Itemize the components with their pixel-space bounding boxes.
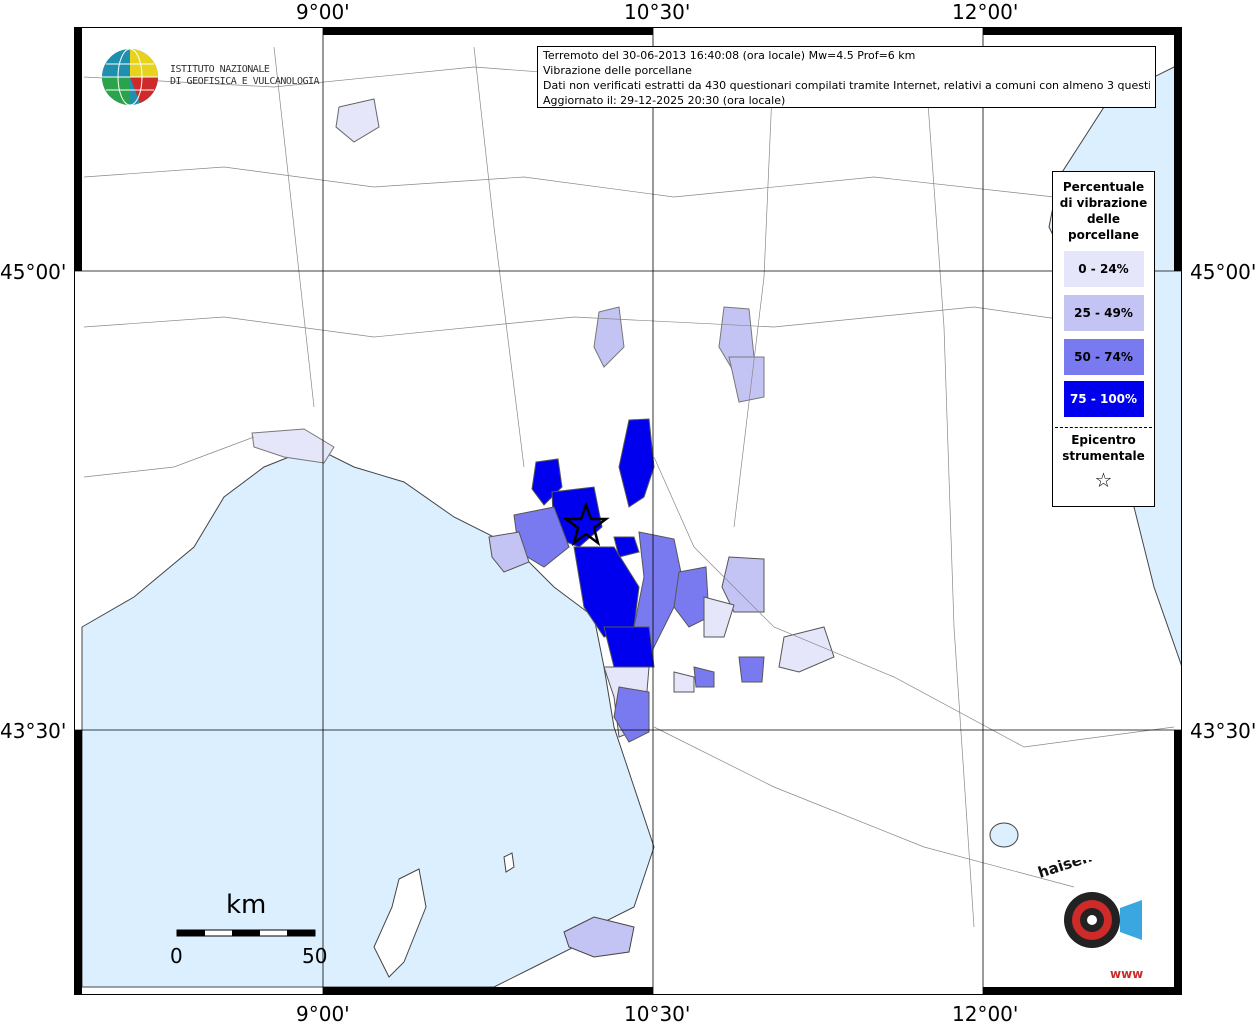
watermark-url: www xyxy=(1110,967,1143,981)
axis-bottom-label: 12°00' xyxy=(952,1002,1019,1026)
legend-class: 0 - 24% xyxy=(1063,251,1144,287)
axis-left-label: 43°30' xyxy=(0,719,67,743)
event-title: Terremoto del 30-06-2013 16:40:08 (ora l… xyxy=(543,49,916,62)
watermark-text: haisentitoilterremoto.it xyxy=(1036,860,1170,882)
legend-class: 75 - 100% xyxy=(1063,381,1144,417)
axis-left-label: 45°00' xyxy=(0,260,67,284)
legend-epicenter-label: Epicentro strumentale xyxy=(1062,433,1145,463)
star-icon: ☆ xyxy=(1094,468,1113,492)
event-parameter: Vibrazione delle porcellane xyxy=(543,64,692,77)
legend-title: Percentuale di vibrazione delle porcella… xyxy=(1059,180,1148,242)
lake-trasimeno xyxy=(989,822,1019,848)
scale-unit: km xyxy=(226,890,267,920)
legend-divider xyxy=(1055,427,1152,428)
scale-bar xyxy=(176,929,316,937)
ingv-logo-text: ISTITUTO NAZIONALE DI GEOFISICA E VULCAN… xyxy=(170,64,320,87)
event-info-box: Terremoto del 30-06-2013 16:40:08 (ora l… xyxy=(537,46,1156,108)
legend-class: 25 - 49% xyxy=(1063,295,1144,331)
axis-bottom-label: 10°30' xyxy=(624,1002,691,1026)
axis-bottom-label: 9°00' xyxy=(296,1002,350,1026)
axis-right-label: 45°00' xyxy=(1190,260,1256,284)
axis-top-label: 12°00' xyxy=(952,0,1019,24)
scale-max: 50 xyxy=(302,944,328,968)
event-data-note: Dati non verificati estratti da 430 ques… xyxy=(543,79,1150,92)
haisentito-logo: haisentitoilterremoto.it www xyxy=(1036,860,1170,981)
axis-top-label: 10°30' xyxy=(624,0,691,24)
event-updated: Aggiornato il: 29-12-2025 20:30 (ora loc… xyxy=(543,94,786,107)
map-canvas[interactable] xyxy=(74,27,1182,995)
legend: Percentuale di vibrazione delle porcella… xyxy=(1052,171,1155,507)
scale-min: 0 xyxy=(170,944,183,968)
legend-class: 50 - 74% xyxy=(1063,339,1144,375)
axis-right-label: 43°30' xyxy=(1190,719,1256,743)
axis-top-label: 9°00' xyxy=(296,0,350,24)
